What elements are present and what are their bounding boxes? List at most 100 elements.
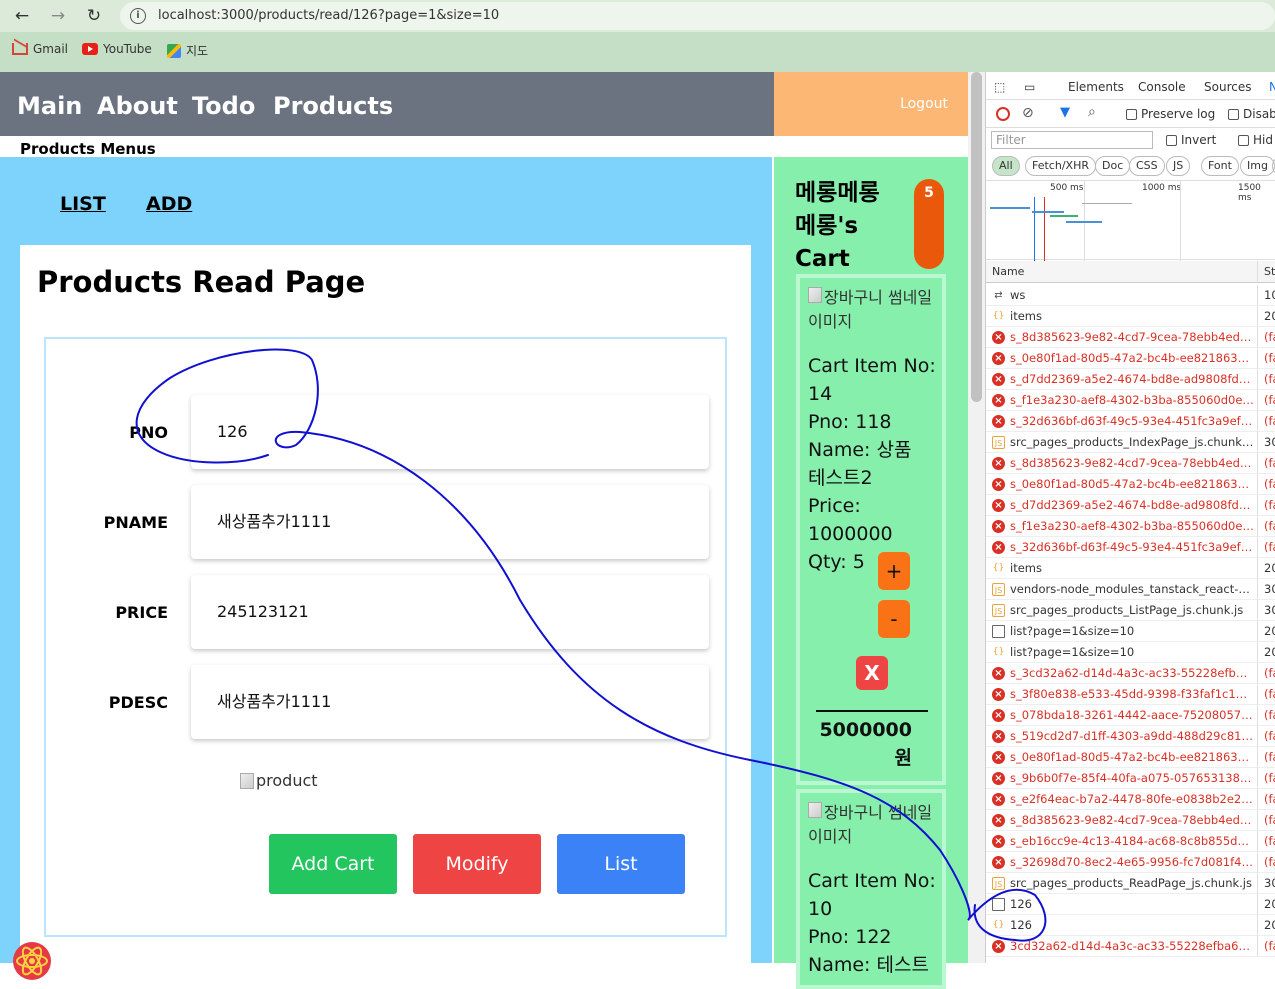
network-request-row[interactable]: × s_0e80f1ad-80d5-47a2-bc4b-ee8218639624.… xyxy=(986,747,1275,768)
network-request-row[interactable]: {} 126 20 xyxy=(986,915,1275,936)
bookmark-youtube[interactable]: YouTube xyxy=(82,42,152,56)
info-icon[interactable]: i xyxy=(130,8,146,24)
network-request-row[interactable]: × s_32d636bf-d63f-49c5-93e4-451fc3a9efc1_… xyxy=(986,411,1275,432)
nav-todo-link[interactable]: Todo xyxy=(192,92,255,120)
devtools-tab-console[interactable]: Console xyxy=(1138,80,1186,94)
network-request-row[interactable]: × s_519cd2d7-d1ff-4303-a9dd-488d29c81e99.… xyxy=(986,726,1275,747)
devtools-tab-network[interactable]: N xyxy=(1269,80,1275,94)
hide-checkbox[interactable]: Hid xyxy=(1238,133,1273,147)
filter-css[interactable]: CSS xyxy=(1129,156,1165,176)
filter-img[interactable]: Img xyxy=(1240,156,1275,176)
network-request-row[interactable]: × s_d7dd2369-a5e2-4674-bd8e-ad9808fd0f87.… xyxy=(986,495,1275,516)
network-request-row[interactable]: × s_078bda18-3261-4442-aace-752080571117.… xyxy=(986,705,1275,726)
request-status: (fa xyxy=(1257,705,1275,725)
forward-arrow-icon[interactable]: → xyxy=(46,4,70,28)
network-request-row[interactable]: × s_8d385623-9e82-4cd7-9cea-78ebb4ed1ef5.… xyxy=(986,453,1275,474)
network-request-row[interactable]: × s_eb16cc9e-4c13-4184-ac68-8c8b855dce0b.… xyxy=(986,831,1275,852)
timeline-label: 1000 ms xyxy=(1142,183,1182,193)
scrollbar-thumb[interactable] xyxy=(971,72,982,402)
devtools-tab-sources[interactable]: Sources xyxy=(1204,80,1251,94)
checkbox-icon[interactable] xyxy=(1166,135,1177,146)
network-request-row[interactable]: × s_3f80e838-e533-45dd-9398-f33faf1c171d_… xyxy=(986,684,1275,705)
modify-button[interactable]: Modify xyxy=(413,834,541,894)
filter-font[interactable]: Font xyxy=(1201,156,1239,176)
cart-item-qty: Qty: 5 xyxy=(808,551,865,573)
bookmark-gmail[interactable]: Gmail xyxy=(12,42,68,56)
network-request-row[interactable]: × s_32698d70-8ec2-4e65-9956-fc7d081f454b_… xyxy=(986,852,1275,873)
checkbox-icon[interactable] xyxy=(1126,109,1137,120)
bookmark-maps[interactable]: 지도 xyxy=(167,42,208,59)
network-request-row[interactable]: × s_f1e3a230-aef8-4302-b3ba-855060d0e709.… xyxy=(986,516,1275,537)
network-request-row[interactable]: × s_32d636bf-d63f-49c5-93e4-451fc3a9efc1_… xyxy=(986,537,1275,558)
reload-icon[interactable]: ↻ xyxy=(82,4,106,28)
add-cart-button[interactable]: Add Cart xyxy=(269,834,397,894)
request-name: s_0e80f1ad-80d5-47a2-bc4b-ee8218639624..… xyxy=(1010,477,1254,491)
network-request-row[interactable]: {} items 20 xyxy=(986,558,1275,579)
filter-doc[interactable]: Doc xyxy=(1095,156,1131,176)
request-status: 20 xyxy=(1257,306,1275,326)
nav-products-link[interactable]: Products xyxy=(273,92,393,120)
clear-icon[interactable]: ⊘ xyxy=(1022,105,1034,121)
network-request-row[interactable]: JS src_pages_products_IndexPage_js.chunk.… xyxy=(986,432,1275,453)
network-request-row[interactable]: × s_e2f64eac-b7a2-4478-80fe-e0838b2e2f9e_… xyxy=(986,789,1275,810)
network-request-row[interactable]: 126 20 xyxy=(986,894,1275,915)
request-status: (fa xyxy=(1257,453,1275,473)
device-toggle-icon[interactable]: ▭ xyxy=(1024,80,1035,94)
preserve-log-checkbox[interactable]: Preserve log xyxy=(1126,107,1215,121)
network-timeline[interactable]: 500 ms 1000 ms 1500 ms xyxy=(986,180,1275,261)
hide-label: Hid xyxy=(1253,133,1273,147)
page-title: Products Read Page xyxy=(37,265,366,299)
address-bar[interactable]: i localhost:3000/products/read/126?page=… xyxy=(120,2,1275,30)
invert-checkbox[interactable]: Invert xyxy=(1166,133,1216,147)
record-icon[interactable] xyxy=(996,107,1010,121)
disable-cache-checkbox[interactable]: Disab xyxy=(1228,107,1275,121)
pname-field: 새상품추가1111 xyxy=(191,485,709,559)
nav-about-link[interactable]: About xyxy=(97,92,178,120)
network-request-row[interactable]: × s_0e80f1ad-80d5-47a2-bc4b-ee8218639624.… xyxy=(986,348,1275,369)
network-request-row[interactable]: × s_8d385623-9e82-4cd7-9cea-78ebb4ed1ef5.… xyxy=(986,810,1275,831)
logout-link[interactable]: Logout xyxy=(900,96,948,112)
divider xyxy=(816,710,928,712)
list-tab-link[interactable]: LIST xyxy=(60,193,106,215)
network-request-row[interactable]: × s_0e80f1ad-80d5-47a2-bc4b-ee8218639624.… xyxy=(986,474,1275,495)
name-column-header[interactable]: Name xyxy=(992,265,1024,278)
checkbox-icon[interactable] xyxy=(1238,135,1249,146)
network-request-row[interactable]: JS src_pages_products_ListPage_js.chunk.j… xyxy=(986,600,1275,621)
react-devtools-icon[interactable] xyxy=(12,941,52,981)
network-request-row[interactable]: × s_d7dd2369-a5e2-4674-bd8e-ad9808fd0f87.… xyxy=(986,369,1275,390)
nav-main-link[interactable]: Main xyxy=(17,92,82,120)
filter-all[interactable]: All xyxy=(992,156,1020,176)
inspect-icon[interactable]: ⬚ xyxy=(994,80,1005,94)
network-request-row[interactable]: × s_9b6b0f7e-85f4-40fa-a075-0576531385ef_… xyxy=(986,768,1275,789)
cart-item-image-alt: 장바구니 썸네일 이미지 xyxy=(808,803,933,846)
filter-input[interactable]: Filter xyxy=(991,131,1153,149)
filter-icon[interactable]: ▼ xyxy=(1060,105,1070,120)
network-request-row[interactable]: list?page=1&size=10 20 xyxy=(986,621,1275,642)
page-scrollbar[interactable] xyxy=(968,72,985,963)
network-request-row[interactable]: × s_3cd32a62-d14d-4a3c-ac33-55228efba612.… xyxy=(986,663,1275,684)
network-request-row[interactable]: × 3cd32a62-d14d-4a3c-ac33-55228efba612_b.… xyxy=(986,936,1275,957)
network-request-row[interactable]: {} list?page=1&size=10 20 xyxy=(986,642,1275,663)
network-request-row[interactable]: JS vendors-node_modules_tanstack_react-qu… xyxy=(986,579,1275,600)
qty-plus-button[interactable]: + xyxy=(878,552,910,590)
filter-js[interactable]: JS xyxy=(1166,156,1191,176)
request-name: s_078bda18-3261-4442-aace-752080571117..… xyxy=(1010,708,1254,722)
network-request-row[interactable]: JS src_pages_products_ReadPage_js.chunk.j… xyxy=(986,873,1275,894)
url-text[interactable]: localhost:3000/products/read/126?page=1&… xyxy=(158,8,499,23)
network-request-row[interactable]: {} items 20 xyxy=(986,306,1275,327)
qty-minus-button[interactable]: - xyxy=(878,600,910,638)
devtools-tab-elements[interactable]: Elements xyxy=(1068,80,1124,94)
request-status: 30 xyxy=(1257,873,1275,893)
network-request-row[interactable]: × s_8d385623-9e82-4cd7-9cea-78ebb4ed1ef5.… xyxy=(986,327,1275,348)
remove-item-button[interactable]: X xyxy=(856,656,888,690)
network-request-row[interactable]: ⇄ ws 10 xyxy=(986,285,1275,306)
network-request-row[interactable]: × s_f1e3a230-aef8-4302-b3ba-855060d0e709.… xyxy=(986,390,1275,411)
filter-fetch-xhr[interactable]: Fetch/XHR xyxy=(1025,156,1096,176)
back-arrow-icon[interactable]: ← xyxy=(10,4,34,28)
error-icon: × xyxy=(992,793,1005,806)
search-icon[interactable]: ⌕ xyxy=(1088,104,1096,120)
status-column-header[interactable]: Sta xyxy=(1257,261,1275,283)
add-tab-link[interactable]: ADD xyxy=(146,193,192,215)
checkbox-icon[interactable] xyxy=(1228,109,1239,120)
list-button[interactable]: List xyxy=(557,834,685,894)
